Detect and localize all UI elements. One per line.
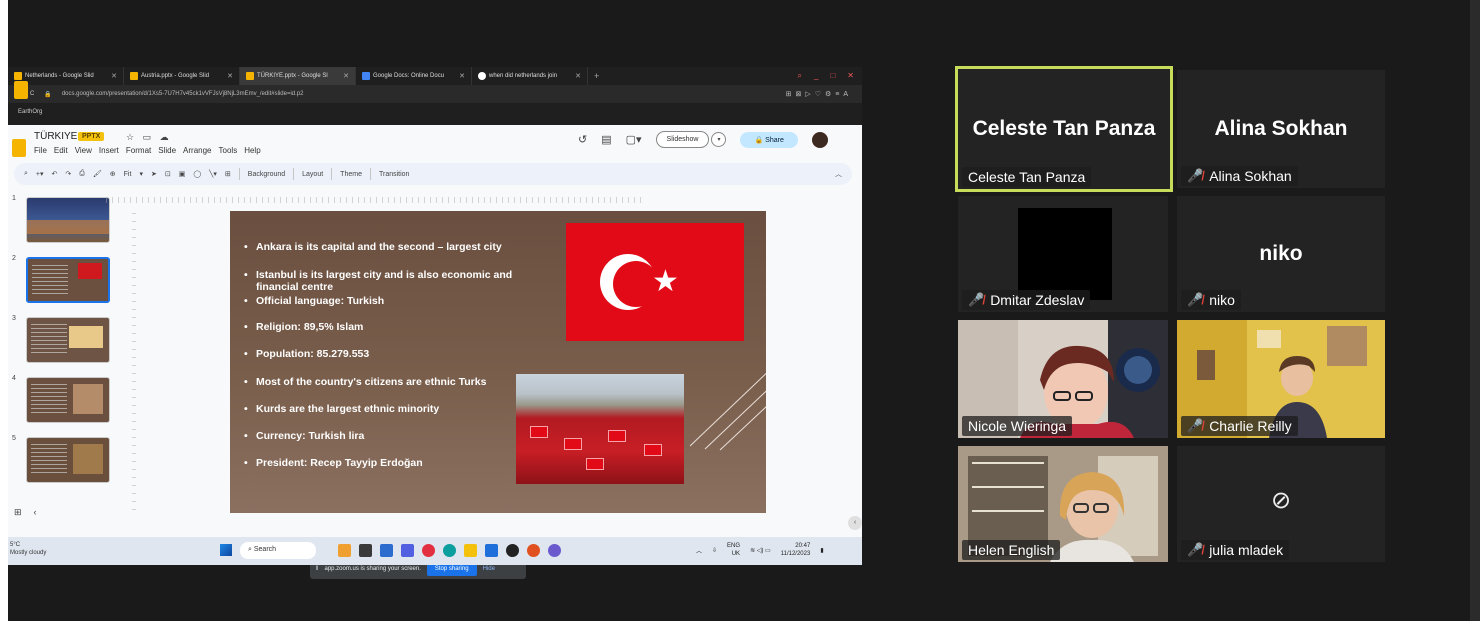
participant-name: Dmitar Zdeslav bbox=[990, 292, 1085, 308]
close-icon[interactable]: ✕ bbox=[459, 72, 465, 80]
participant-name: Nicole Wieringa bbox=[968, 418, 1067, 434]
participant-name-label: 🎤̸ Dmitar Zdeslav bbox=[962, 290, 1091, 310]
slides-logo-icon[interactable] bbox=[14, 81, 28, 99]
tab-label: Netherlands - Google Slid bbox=[25, 73, 94, 79]
participant-tile-niko[interactable]: niko 🎤̸ niko bbox=[1177, 196, 1385, 312]
search-tabs-icon[interactable]: ⌕ bbox=[798, 71, 802, 81]
browser-tab-turkiye[interactable]: TÜRKIYE.pptx - Google Sl ✕ bbox=[240, 67, 356, 85]
participant-tile-charlie[interactable]: 🎤̸ Charlie Reilly bbox=[1177, 320, 1385, 438]
participant-name: Alina Sokhan bbox=[1209, 168, 1292, 184]
bookmark-item[interactable]: EarthOrg bbox=[18, 109, 42, 115]
participant-name-label: 🎤̸ julia mladek bbox=[1181, 540, 1290, 560]
tab-label: when did netherlands join bbox=[489, 73, 558, 79]
slides-header bbox=[8, 125, 862, 159]
video-off-icon: ⊘ bbox=[1271, 487, 1292, 514]
close-icon[interactable]: ✕ bbox=[575, 72, 581, 80]
microphone-slash-icon: 🎤̸ bbox=[1187, 542, 1204, 557]
participant-name-label: 🎤̸ Charlie Reilly bbox=[1181, 416, 1298, 436]
share-banner-text: app.zoom.us is sharing your screen. bbox=[324, 566, 421, 572]
address-bar: ‹ C 🔒 docs.google.com/presentation/d/1Xs… bbox=[8, 85, 862, 103]
close-window-icon[interactable]: ✕ bbox=[847, 71, 854, 81]
browser-tab-search[interactable]: when did netherlands join ✕ bbox=[472, 67, 588, 85]
slides-favicon-icon bbox=[130, 72, 138, 80]
participant-video-off bbox=[1018, 208, 1112, 300]
slides-favicon-icon bbox=[14, 72, 22, 80]
participant-name-label: 🎤̸ Alina Sokhan bbox=[1181, 166, 1298, 186]
hide-button[interactable]: Hide bbox=[483, 566, 495, 572]
new-tab-icon[interactable]: + bbox=[588, 71, 605, 81]
microphone-slash-icon: 🎤̸ bbox=[1187, 418, 1204, 433]
close-icon[interactable]: ✕ bbox=[343, 72, 349, 80]
collapse-panel-icon[interactable]: ‹ bbox=[848, 516, 862, 530]
google-favicon-icon bbox=[478, 72, 486, 80]
participant-name-label: Helen English bbox=[962, 540, 1061, 560]
slides-favicon-icon bbox=[246, 72, 254, 80]
browser-tab-strip: Netherlands - Google Slid ✕ Austria.pptx … bbox=[8, 67, 862, 85]
microphone-slash-icon: 🎤̸ bbox=[1187, 168, 1204, 183]
browser-extensions-icon[interactable]: ⊞⊠▷♡⚙≡A bbox=[786, 90, 862, 98]
lock-icon: 🔒 bbox=[44, 91, 52, 98]
maximize-icon[interactable]: □ bbox=[830, 71, 835, 81]
bookmark-bar: EarthOrg bbox=[8, 103, 862, 125]
minimize-icon[interactable]: _ bbox=[814, 71, 818, 81]
window-controls: ⌕ _ □ ✕ bbox=[798, 71, 862, 81]
browser-tab-austria[interactable]: Austria.pptx - Google Slid ✕ bbox=[124, 67, 240, 85]
docs-favicon-icon bbox=[362, 72, 370, 80]
participant-name-label: Celeste Tan Panza bbox=[962, 167, 1092, 187]
tab-label: Austria.pptx - Google Slid bbox=[141, 73, 210, 79]
participant-tile-alina[interactable]: Alina Sokhan 🎤̸ Alina Sokhan bbox=[1177, 70, 1385, 188]
microphone-slash-icon: 🎤̸ bbox=[1187, 292, 1204, 307]
pause-icon: ‖ bbox=[316, 566, 319, 572]
participant-name: Charlie Reilly bbox=[1209, 418, 1292, 434]
participant-tile-nicole[interactable]: Nicole Wieringa bbox=[958, 320, 1168, 438]
participant-tile-helen[interactable]: Helen English bbox=[958, 446, 1168, 562]
participant-name: Helen English bbox=[968, 542, 1055, 558]
participant-name: julia mladek bbox=[1209, 542, 1284, 558]
participant-name-label: 🎤̸ niko bbox=[1181, 290, 1241, 310]
microphone-slash-icon: 🎤̸ bbox=[968, 292, 985, 307]
participant-tile-julia[interactable]: ⊘ 🎤̸ julia mladek bbox=[1177, 446, 1385, 562]
close-icon[interactable]: ✕ bbox=[111, 72, 117, 80]
participant-name: niko bbox=[1209, 292, 1235, 308]
tab-label: Google Docs: Online Docu bbox=[373, 73, 445, 79]
zoom-meeting-window: Netherlands - Google Slid ✕ Austria.pptx … bbox=[0, 0, 1480, 621]
tab-label: TÜRKIYE.pptx - Google Sl bbox=[257, 73, 328, 79]
reload-icon[interactable]: C bbox=[30, 91, 34, 97]
participant-name: Celeste Tan Panza bbox=[968, 169, 1086, 185]
participant-tile-celeste[interactable]: Celeste Tan Panza Celeste Tan Panza bbox=[955, 66, 1173, 192]
participant-name-label: Nicole Wieringa bbox=[962, 416, 1073, 436]
right-edge bbox=[1470, 0, 1480, 621]
url-field[interactable]: docs.google.com/presentation/d/1Xs5-7U7H… bbox=[62, 91, 304, 97]
participant-tile-dmitar[interactable]: 🎤̸ Dmitar Zdeslav bbox=[958, 196, 1168, 312]
shared-screen: Netherlands - Google Slid ✕ Austria.pptx … bbox=[8, 67, 862, 565]
close-icon[interactable]: ✕ bbox=[227, 72, 233, 80]
browser-tab-google-docs[interactable]: Google Docs: Online Docu ✕ bbox=[356, 67, 472, 85]
left-edge bbox=[0, 0, 8, 621]
